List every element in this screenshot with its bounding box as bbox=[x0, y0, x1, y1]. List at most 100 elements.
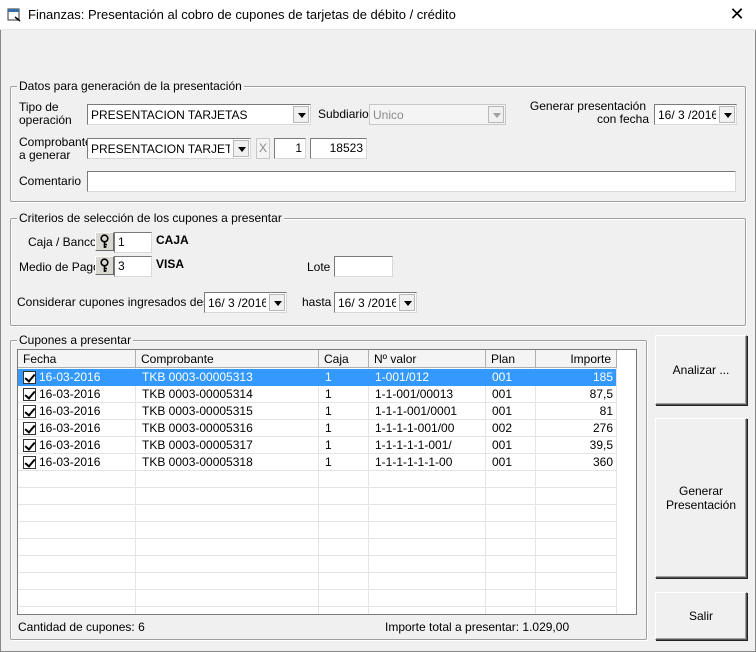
table-row[interactable]: 16-03-2016 TKB 0003-00005314 1 1-1-001/0… bbox=[18, 386, 616, 403]
cell-fecha: 16-03-2016 bbox=[39, 387, 101, 401]
hasta-value: 16/ 3 /2016 bbox=[338, 296, 396, 310]
cell-nvalor: 1-1-1-001/0001 bbox=[375, 404, 458, 418]
cell-importe: 87,5 bbox=[589, 387, 613, 401]
analizar-label: Analizar ... bbox=[672, 363, 730, 377]
caja-code-input[interactable]: 1 bbox=[114, 232, 152, 253]
hasta-label: hasta bbox=[302, 295, 332, 309]
cell-nvalor: 1-1-1-1-1-1-00 bbox=[375, 455, 453, 469]
caja-help-button[interactable] bbox=[95, 232, 114, 251]
table-row[interactable]: 16-03-2016 TKB 0003-00005316 1 1-1-1-1-0… bbox=[18, 420, 616, 437]
medio-name: VISA bbox=[156, 257, 185, 271]
cell-fecha: 16-03-2016 bbox=[39, 438, 101, 452]
cupones-table[interactable]: Fecha Comprobante Caja Nº valor Plan Imp… bbox=[17, 349, 637, 615]
grid-line bbox=[18, 487, 616, 488]
col-header-caja[interactable]: Caja bbox=[319, 350, 369, 368]
cell-plan: 001 bbox=[492, 404, 513, 418]
cell-fecha: 16-03-2016 bbox=[39, 404, 101, 418]
close-button[interactable]: ✕ bbox=[724, 4, 750, 26]
cell-nvalor: 1-1-1-1-1-001/ bbox=[375, 438, 452, 452]
grid-line bbox=[18, 521, 616, 522]
cell-caja: 1 bbox=[325, 370, 332, 384]
chevron-down-icon[interactable] bbox=[233, 140, 249, 157]
table-row[interactable]: 16-03-2016 TKB 0003-00005315 1 1-1-1-001… bbox=[18, 403, 616, 420]
col-header-importe[interactable]: Importe bbox=[536, 350, 617, 368]
cell-caja: 1 bbox=[325, 404, 332, 418]
grid-line bbox=[18, 572, 616, 573]
cell-plan: 001 bbox=[492, 438, 513, 452]
comprobante-select[interactable]: PRESENTACION TARJETAS bbox=[87, 138, 251, 159]
caja-name: CAJA bbox=[156, 233, 189, 247]
generar-fecha-value: 16/ 3 /2016 bbox=[658, 108, 716, 122]
analizar-button[interactable]: Analizar ... bbox=[655, 335, 747, 405]
grid-line bbox=[18, 538, 616, 539]
cell-plan: 001 bbox=[492, 370, 513, 384]
comprobante-label-2: a generar bbox=[19, 148, 71, 162]
chevron-down-icon[interactable] bbox=[399, 294, 415, 311]
lote-input[interactable] bbox=[334, 256, 393, 277]
salir-label: Salir bbox=[688, 609, 713, 623]
comprobante-numero-input[interactable]: 18523 bbox=[310, 138, 367, 159]
row-checkbox[interactable] bbox=[23, 388, 36, 401]
cell-caja: 1 bbox=[325, 387, 332, 401]
grid-line bbox=[18, 606, 616, 607]
cell-importe: 360 bbox=[592, 455, 613, 469]
medio-help-button[interactable] bbox=[95, 256, 114, 275]
comprobante-letra: X bbox=[256, 138, 270, 159]
cell-comprobante: TKB 0003-00005315 bbox=[142, 404, 253, 418]
criterios-legend: Criterios de selección de los cupones a … bbox=[17, 211, 284, 225]
caja-banco-label: Caja / Banco bbox=[28, 235, 97, 249]
hasta-date-picker[interactable]: 16/ 3 /2016 bbox=[334, 292, 417, 313]
comentario-label: Comentario bbox=[19, 174, 82, 188]
col-header-plan[interactable]: Plan bbox=[486, 350, 536, 368]
generar-presentacion-button[interactable]: Generar Presentación bbox=[655, 418, 747, 578]
window-title: Finanzas: Presentación al cobro de cupon… bbox=[28, 7, 456, 22]
cell-nvalor: 1-1-1-1-001/00 bbox=[375, 421, 455, 435]
chevron-down-icon bbox=[488, 106, 504, 123]
app-window-icon bbox=[7, 8, 21, 22]
lote-label: Lote bbox=[307, 260, 331, 274]
cell-fecha: 16-03-2016 bbox=[39, 455, 101, 469]
row-checkbox[interactable] bbox=[23, 422, 36, 435]
cell-comprobante: TKB 0003-00005317 bbox=[142, 438, 253, 452]
comprobante-sucursal-input[interactable]: 1 bbox=[274, 138, 306, 159]
grid-line bbox=[18, 504, 616, 505]
row-checkbox[interactable] bbox=[23, 456, 36, 469]
row-checkbox[interactable] bbox=[23, 439, 36, 452]
cell-caja: 1 bbox=[325, 455, 332, 469]
chevron-down-icon[interactable] bbox=[293, 106, 309, 123]
row-checkbox[interactable] bbox=[23, 405, 36, 418]
chevron-down-icon[interactable] bbox=[719, 106, 735, 123]
cell-nvalor: 1-1-001/00013 bbox=[375, 387, 454, 401]
subdiario-value: Unico bbox=[373, 108, 404, 122]
col-header-nvalor[interactable]: Nº valor bbox=[369, 350, 486, 368]
salir-button[interactable]: Salir bbox=[655, 592, 747, 640]
key-icon bbox=[100, 234, 109, 248]
cell-comprobante: TKB 0003-00005318 bbox=[142, 455, 253, 469]
generar-fecha-picker[interactable]: 16/ 3 /2016 bbox=[654, 104, 737, 125]
cell-comprobante: TKB 0003-00005316 bbox=[142, 421, 253, 435]
generar-fecha-label-2: con fecha bbox=[596, 112, 649, 126]
datos-legend: Datos para generación de la presentación bbox=[17, 79, 244, 93]
key-icon bbox=[100, 258, 109, 272]
desde-date-picker[interactable]: 16/ 3 /2016 bbox=[204, 292, 287, 313]
cupones-legend: Cupones a presentar bbox=[17, 333, 134, 347]
chevron-down-icon[interactable] bbox=[269, 294, 285, 311]
cell-plan: 001 bbox=[492, 387, 513, 401]
cell-plan: 001 bbox=[492, 455, 513, 469]
table-row[interactable]: 16-03-2016 TKB 0003-00005317 1 1-1-1-1-1… bbox=[18, 437, 616, 454]
table-row[interactable]: 16-03-2016 TKB 0003-00005313 1 1-001/012… bbox=[18, 369, 616, 386]
cell-fecha: 16-03-2016 bbox=[39, 370, 101, 384]
cell-importe: 185 bbox=[592, 370, 613, 384]
row-checkbox[interactable] bbox=[23, 371, 36, 384]
comentario-input[interactable] bbox=[87, 171, 736, 192]
tipo-operacion-value: PRESENTACION TARJETAS bbox=[91, 108, 248, 122]
col-header-comprobante[interactable]: Comprobante bbox=[136, 350, 319, 368]
medio-pago-label: Medio de Pago bbox=[19, 260, 100, 274]
medio-code-input[interactable]: 3 bbox=[114, 256, 152, 277]
cell-fecha: 16-03-2016 bbox=[39, 421, 101, 435]
col-header-fecha[interactable]: Fecha bbox=[18, 350, 136, 368]
subdiario-select: Unico bbox=[369, 104, 506, 125]
tipo-operacion-select[interactable]: PRESENTACION TARJETAS bbox=[87, 104, 311, 125]
table-row[interactable]: 16-03-2016 TKB 0003-00005318 1 1-1-1-1-1… bbox=[18, 454, 616, 471]
cell-plan: 002 bbox=[492, 421, 513, 435]
